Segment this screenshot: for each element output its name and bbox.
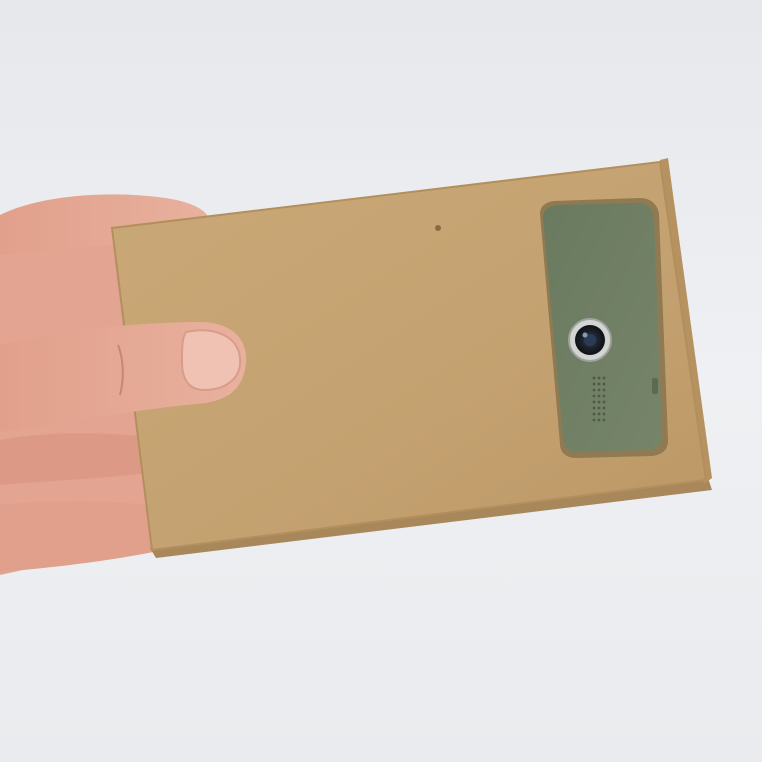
photo-illustration: [0, 0, 762, 762]
box-blemish: [435, 225, 441, 231]
thumbnail: [180, 329, 242, 392]
photo-scene: [0, 0, 762, 762]
phone-side-notch: [652, 378, 658, 394]
camera-lens-icon: [568, 318, 612, 362]
